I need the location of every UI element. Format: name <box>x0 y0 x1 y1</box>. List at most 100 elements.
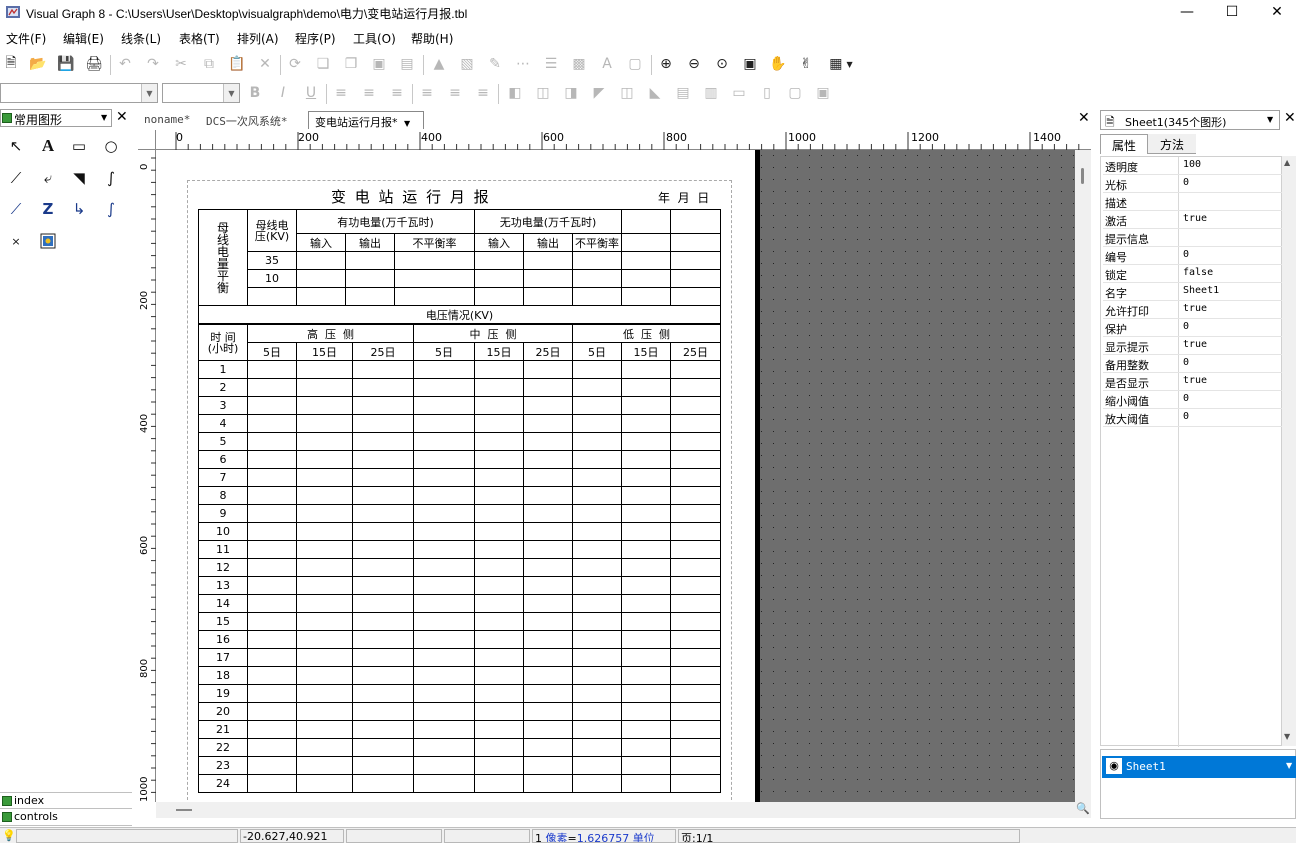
table-cell[interactable] <box>474 378 524 397</box>
table-cell[interactable] <box>474 594 524 613</box>
curve-connector-icon[interactable]: ∫ <box>98 196 124 222</box>
close-panel-icon[interactable]: ✕ <box>1284 110 1296 126</box>
same-size-icon[interactable]: ▢ <box>784 82 806 104</box>
table-cell[interactable] <box>413 468 475 487</box>
image-tool-icon[interactable] <box>35 228 61 254</box>
table-cell[interactable] <box>352 540 414 559</box>
table-cell[interactable] <box>670 594 721 613</box>
table-cell[interactable] <box>413 558 475 577</box>
property-row[interactable]: 激活 true <box>1103 211 1283 229</box>
delete-icon[interactable]: ✕ <box>254 53 276 75</box>
table-cell[interactable] <box>621 450 671 469</box>
table-cell[interactable] <box>572 486 622 505</box>
property-row[interactable]: 光标 0 <box>1103 175 1283 193</box>
arc-tool-icon[interactable]: ⤶ <box>35 165 61 191</box>
table-cell[interactable] <box>247 684 297 703</box>
property-value[interactable]: true <box>1183 303 1207 314</box>
table-cell[interactable] <box>523 378 573 397</box>
polygon-tool-icon[interactable]: ◥ <box>66 165 92 191</box>
distribute-h-icon[interactable]: ▤ <box>672 82 694 104</box>
table-cell[interactable] <box>296 774 353 793</box>
table-cell[interactable] <box>670 360 721 379</box>
table-cell[interactable] <box>352 468 414 487</box>
same-width-icon[interactable]: ▭ <box>728 82 750 104</box>
zoom-in-icon[interactable]: ⊕ <box>655 53 677 75</box>
table-cell[interactable] <box>474 486 524 505</box>
table-cell[interactable] <box>413 522 475 541</box>
table-cell[interactable] <box>670 612 721 631</box>
table-cell[interactable] <box>413 486 475 505</box>
table-cell[interactable] <box>413 360 475 379</box>
table-cell[interactable] <box>296 378 353 397</box>
table-cell[interactable] <box>352 666 414 685</box>
property-value[interactable]: 0 <box>1183 321 1189 332</box>
table-cell[interactable] <box>474 774 524 793</box>
table-cell[interactable] <box>670 504 721 523</box>
table-cell[interactable] <box>296 666 353 685</box>
table-cell[interactable] <box>523 486 573 505</box>
table-cell[interactable] <box>670 648 721 667</box>
table-cell[interactable] <box>352 756 414 775</box>
table-cell[interactable] <box>352 558 414 577</box>
property-row[interactable]: 允许打印 true <box>1103 301 1283 319</box>
table-cell[interactable] <box>670 720 721 739</box>
table-cell[interactable] <box>413 378 475 397</box>
scale-value-link[interactable]: 1.626757 <box>577 832 630 842</box>
table-cell[interactable] <box>670 738 721 757</box>
table-cell[interactable] <box>352 432 414 451</box>
table-cell[interactable] <box>413 396 475 415</box>
table-cell[interactable] <box>670 774 721 793</box>
table-cell[interactable] <box>474 468 524 487</box>
panel-item-index[interactable]: index <box>0 792 132 809</box>
property-value[interactable]: Sheet1 <box>1183 285 1219 296</box>
property-scrollbar[interactable]: ▲ ▼ <box>1282 156 1296 746</box>
property-value[interactable]: 0 <box>1183 357 1189 368</box>
table-cell[interactable] <box>413 630 475 649</box>
table-cell[interactable] <box>296 468 353 487</box>
table-cell[interactable] <box>523 684 573 703</box>
table-cell[interactable] <box>670 576 721 595</box>
table-cell[interactable] <box>247 486 297 505</box>
table-cell[interactable] <box>352 720 414 739</box>
property-value[interactable]: true <box>1183 375 1207 386</box>
table-cell[interactable] <box>670 414 721 433</box>
table-cell[interactable] <box>572 630 622 649</box>
table-cell[interactable] <box>474 540 524 559</box>
zoom-magnifier-icon[interactable]: 🔍 <box>1076 802 1090 815</box>
table-cell[interactable] <box>621 522 671 541</box>
eye-icon[interactable]: ◉ <box>1106 758 1122 774</box>
tab-dcs[interactable]: DCS一次风系统* <box>200 111 294 129</box>
table-cell[interactable] <box>247 756 297 775</box>
table-cell[interactable] <box>413 756 475 775</box>
property-row[interactable]: 编号 0 <box>1103 247 1283 265</box>
table-cell[interactable] <box>670 630 721 649</box>
align-right-icon[interactable]: ≡ <box>386 82 408 104</box>
line-style-icon[interactable]: ⋯ <box>512 53 534 75</box>
table-cell[interactable] <box>523 720 573 739</box>
table-cell[interactable] <box>621 414 671 433</box>
send-back-icon[interactable]: ❐ <box>340 53 362 75</box>
table-cell[interactable] <box>523 540 573 559</box>
table-cell[interactable] <box>474 504 524 523</box>
valign-bottom-icon[interactable]: ≡ <box>472 82 494 104</box>
align-shapes-left-icon[interactable]: ◧ <box>504 82 526 104</box>
table-cell[interactable] <box>670 666 721 685</box>
table-cell[interactable] <box>413 738 475 757</box>
table-cell[interactable] <box>413 594 475 613</box>
table-cell[interactable] <box>247 414 297 433</box>
table-cell[interactable] <box>621 756 671 775</box>
cut-icon[interactable]: ✂ <box>170 53 192 75</box>
property-value[interactable]: 0 <box>1183 411 1189 422</box>
table-cell[interactable] <box>413 612 475 631</box>
z-connector-icon[interactable]: Z <box>35 196 61 222</box>
table-cell[interactable] <box>572 738 622 757</box>
table-cell[interactable] <box>474 450 524 469</box>
table-cell[interactable] <box>621 378 671 397</box>
table-cell[interactable] <box>474 720 524 739</box>
table-cell[interactable] <box>670 432 721 451</box>
table-cell[interactable] <box>621 738 671 757</box>
table-cell[interactable] <box>523 558 573 577</box>
table-cell[interactable] <box>296 720 353 739</box>
text-tool-icon[interactable]: A <box>35 133 61 159</box>
font-name-combo[interactable]: ▼ <box>0 83 158 103</box>
